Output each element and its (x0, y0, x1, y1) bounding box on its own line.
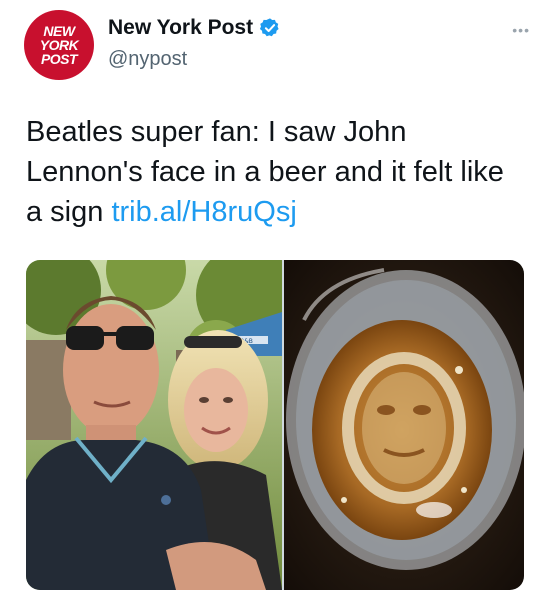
author-avatar[interactable]: NEW YORK POST (24, 10, 94, 80)
tweet-media: B&B (26, 260, 524, 590)
author-display-name[interactable]: New York Post (108, 16, 253, 40)
media-photo-selfie[interactable]: B&B (26, 260, 282, 590)
tweet-card: NEW YORK POST New York Post @nypost ••• … (0, 0, 550, 608)
avatar-text-line-2: YORK (39, 37, 79, 53)
author-handle[interactable]: @nypost (108, 48, 187, 71)
avatar-text-line-1: NEW (43, 23, 75, 39)
avatar-text-line-3: POST (40, 51, 78, 67)
author-name-row[interactable]: New York Post (108, 16, 281, 40)
tweet-text: Beatles super fan: I saw John Lennon's f… (26, 112, 526, 232)
media-photo-beer[interactable] (284, 260, 524, 590)
tweet-link[interactable]: trib.al/H8ruQsj (111, 196, 296, 228)
verified-badge-icon (260, 18, 279, 37)
more-icon[interactable]: ••• (512, 22, 530, 38)
